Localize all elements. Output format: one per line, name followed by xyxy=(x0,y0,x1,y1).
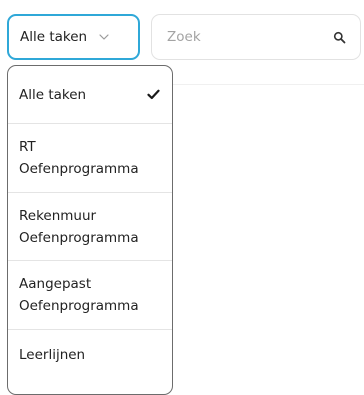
option-aangepast-oefenprogramma[interactable]: Aangepast Oefenprogramma xyxy=(8,261,172,330)
option-rt-oefenprogramma[interactable]: RT Oefenprogramma xyxy=(8,124,172,193)
option-leerlijnen[interactable]: Leerlijnen xyxy=(8,330,172,390)
task-filter-select[interactable]: Alle taken xyxy=(7,14,140,60)
option-label: Leerlijnen xyxy=(19,347,86,363)
option-label: Aangepast Oefenprogramma xyxy=(19,276,139,314)
option-rekenmuur-oefenprogramma[interactable]: Rekenmuur Oefenprogramma xyxy=(8,193,172,261)
option-label: RT Oefenprogramma xyxy=(19,139,139,177)
chevron-down-icon xyxy=(99,32,109,42)
search-icon[interactable] xyxy=(333,31,346,44)
task-filter-dropdown: Alle taken RT Oefenprogramma Rekenmuur O… xyxy=(7,65,173,395)
header-divider xyxy=(172,84,364,85)
option-alle-taken[interactable]: Alle taken xyxy=(8,66,172,124)
option-label: Rekenmuur Oefenprogramma xyxy=(19,207,139,246)
check-icon xyxy=(147,89,160,100)
task-filter-value: Alle taken xyxy=(20,29,88,45)
option-label: Alle taken xyxy=(19,86,87,103)
search-input[interactable] xyxy=(167,29,333,45)
search-box[interactable] xyxy=(151,14,361,60)
